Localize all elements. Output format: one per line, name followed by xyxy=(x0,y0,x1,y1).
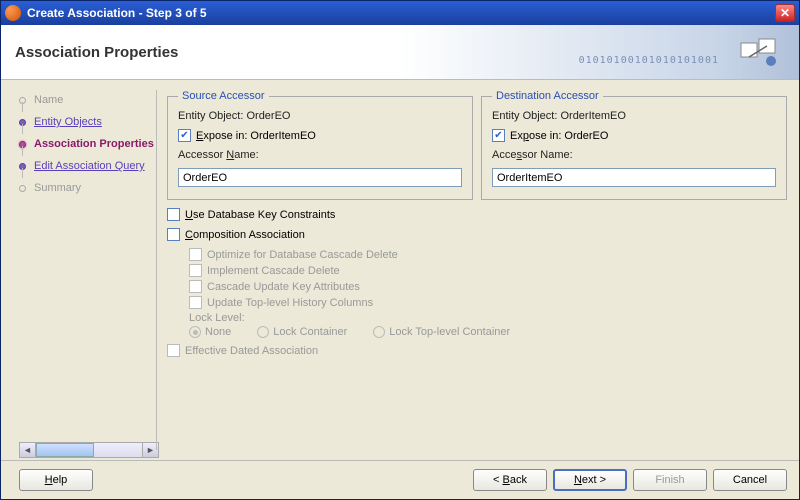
destination-legend: Destination Accessor xyxy=(492,90,603,102)
content-area: Name Entity Objects Association Properti… xyxy=(1,80,799,460)
source-entity-label: Entity Object: OrderEO xyxy=(178,110,290,122)
nav-label: Edit Association Query xyxy=(34,160,145,172)
nav-item-association-properties[interactable]: Association Properties xyxy=(19,138,156,150)
close-button[interactable]: ✕ xyxy=(775,4,795,22)
cancel-button[interactable]: Cancel xyxy=(713,469,787,491)
implement-cascade-checkbox xyxy=(189,264,202,277)
source-accessor-group: Source Accessor Entity Object: OrderEO ✔… xyxy=(167,90,473,200)
destination-accessor-name-label: Accessor Name: xyxy=(492,149,573,161)
update-history-label: Update Top-level History Columns xyxy=(207,297,373,309)
source-legend: Source Accessor xyxy=(178,90,269,102)
lock-none-radio xyxy=(189,326,201,338)
destination-entity-label: Entity Object: OrderItemEO xyxy=(492,110,626,122)
optimize-cascade-label: Optimize for Database Cascade Delete xyxy=(207,249,398,261)
scroll-track[interactable] xyxy=(36,443,142,457)
nav-label: Summary xyxy=(34,182,81,194)
use-db-key-label: Use Database Key Constraints xyxy=(185,209,335,221)
destination-accessor-group: Destination Accessor Entity Object: Orde… xyxy=(481,90,787,200)
use-db-key-checkbox[interactable] xyxy=(167,208,180,221)
lock-top-radio xyxy=(373,326,385,338)
source-expose-label: Expose in: OrderItemEO xyxy=(196,130,316,142)
scroll-left-icon[interactable]: ◄ xyxy=(20,443,36,457)
lock-container-radio xyxy=(257,326,269,338)
implement-cascade-label: Implement Cascade Delete xyxy=(207,265,340,277)
finish-button: Finish xyxy=(633,469,707,491)
decorative-binary: 01010100101010101001 xyxy=(579,55,719,66)
header-panel: Association Properties 01010100101010101… xyxy=(1,25,799,80)
nav-item-edit-association-query[interactable]: Edit Association Query xyxy=(19,160,156,172)
lock-level-label: Lock Level: xyxy=(189,312,787,324)
source-expose-checkbox[interactable]: ✔ xyxy=(178,129,191,142)
update-history-checkbox xyxy=(189,296,202,309)
sidebar-scrollbar[interactable]: ◄ ► xyxy=(19,442,159,458)
window-title: Create Association - Step 3 of 5 xyxy=(27,6,775,20)
nav-label: Entity Objects xyxy=(34,116,102,128)
nav-label: Association Properties xyxy=(34,138,154,150)
nav-list: Name Entity Objects Association Properti… xyxy=(19,94,156,442)
back-button[interactable]: < Back xyxy=(473,469,547,491)
lock-container-label: Lock Container xyxy=(273,326,347,338)
cascade-update-label: Cascade Update Key Attributes xyxy=(207,281,360,293)
lock-level-group: None Lock Container Lock Top-level Conta… xyxy=(189,326,787,338)
footer: Help < Back Next > Finish Cancel xyxy=(1,460,799,499)
source-accessor-name-label: Accessor Name: xyxy=(178,149,259,161)
wizard-nav-sidebar: Name Entity Objects Association Properti… xyxy=(1,80,156,460)
nav-item-entity-objects[interactable]: Entity Objects xyxy=(19,116,156,128)
scroll-thumb[interactable] xyxy=(36,443,94,457)
optimize-cascade-checkbox xyxy=(189,248,202,261)
nav-dot-icon xyxy=(19,185,26,192)
source-accessor-name-input[interactable] xyxy=(178,168,462,187)
cascade-update-checkbox xyxy=(189,280,202,293)
composition-sub-options: Optimize for Database Cascade Delete Imp… xyxy=(189,248,787,309)
app-icon xyxy=(5,5,21,21)
nav-label: Name xyxy=(34,94,63,106)
destination-expose-label: Expose in: OrderEO xyxy=(510,130,608,142)
destination-expose-checkbox[interactable]: ✔ xyxy=(492,129,505,142)
wizard-window: Create Association - Step 3 of 5 ✕ Assoc… xyxy=(0,0,800,500)
main-panel: Source Accessor Entity Object: OrderEO ✔… xyxy=(157,80,799,460)
nav-item-name[interactable]: Name xyxy=(19,94,156,106)
composition-checkbox[interactable] xyxy=(167,228,180,241)
lock-top-label: Lock Top-level Container xyxy=(389,326,510,338)
next-button[interactable]: Next > xyxy=(553,469,627,491)
wizard-graphic-icon xyxy=(739,37,781,69)
effective-dated-checkbox xyxy=(167,344,180,357)
help-button[interactable]: Help xyxy=(19,469,93,491)
page-title: Association Properties xyxy=(15,44,178,61)
titlebar: Create Association - Step 3 of 5 ✕ xyxy=(1,1,799,25)
composition-label: Composition Association xyxy=(185,229,305,241)
close-icon: ✕ xyxy=(780,6,790,20)
nav-item-summary: Summary xyxy=(19,182,156,194)
lock-none-label: None xyxy=(205,326,231,338)
destination-accessor-name-input[interactable] xyxy=(492,168,776,187)
effective-dated-label: Effective Dated Association xyxy=(185,345,318,357)
